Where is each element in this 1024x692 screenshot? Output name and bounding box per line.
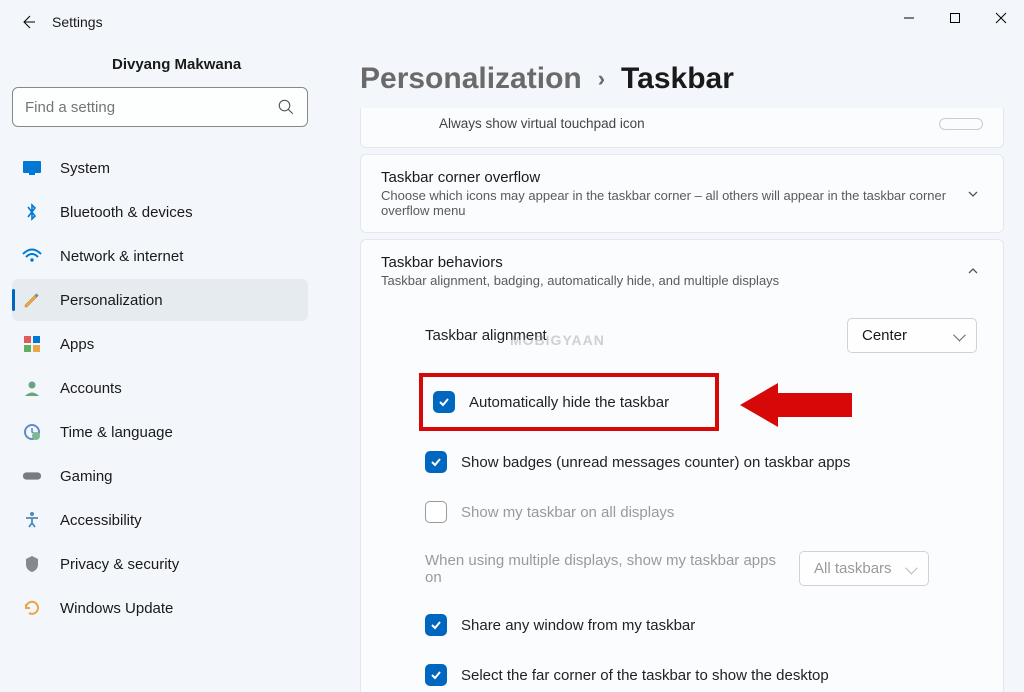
touchpad-row[interactable]: Always show virtual touchpad icon [360, 108, 1004, 148]
desktop-corner-checkbox[interactable] [425, 664, 447, 686]
update-icon [22, 598, 42, 618]
search-icon [277, 98, 295, 116]
privacy-icon [22, 554, 42, 574]
sidebar-item-system[interactable]: System [12, 147, 308, 189]
sidebar-item-label: Personalization [60, 292, 163, 309]
sidebar-item-label: Windows Update [60, 600, 173, 617]
behaviors-header[interactable]: Taskbar behaviors Taskbar alignment, bad… [361, 240, 1003, 302]
breadcrumb-current: Taskbar [621, 62, 734, 96]
sidebar-item-update[interactable]: Windows Update [12, 587, 308, 629]
back-button[interactable] [8, 2, 48, 42]
sidebar-item-privacy[interactable]: Privacy & security [12, 543, 308, 585]
alignment-select[interactable]: Center [847, 318, 977, 353]
badges-checkbox[interactable] [425, 451, 447, 473]
sidebar-item-personalization[interactable]: Personalization [12, 279, 308, 321]
sidebar-item-gaming[interactable]: Gaming [12, 455, 308, 497]
sidebar-item-label: Time & language [60, 424, 173, 441]
maximize-button[interactable] [932, 0, 978, 36]
sidebar-item-label: Accessibility [60, 512, 142, 529]
highlight-box: Automatically hide the taskbar [419, 373, 719, 431]
system-icon [22, 158, 42, 178]
accounts-icon [22, 378, 42, 398]
personalization-icon [22, 290, 42, 310]
share-checkbox[interactable] [425, 614, 447, 636]
sidebar-item-apps[interactable]: Apps [12, 323, 308, 365]
sidebar-item-label: Accounts [60, 380, 122, 397]
badges-label: Show badges (unread messages counter) on… [461, 454, 850, 471]
alignment-label: Taskbar alignment [425, 327, 833, 344]
chevron-down-icon [963, 184, 983, 204]
wifi-icon [22, 246, 42, 266]
auto-hide-checkbox[interactable] [433, 391, 455, 413]
breadcrumb-parent[interactable]: Personalization [360, 62, 582, 96]
chevron-right-icon: › [598, 66, 605, 92]
sidebar-item-bluetooth[interactable]: Bluetooth & devices [12, 191, 308, 233]
gaming-icon [22, 466, 42, 486]
multi-display-select: All taskbars [799, 551, 929, 586]
sidebar-item-accounts[interactable]: Accounts [12, 367, 308, 409]
all-displays-label: Show my taskbar on all displays [461, 504, 674, 521]
chevron-up-icon [963, 261, 983, 281]
sidebar-item-label: Network & internet [60, 248, 183, 265]
sidebar-item-network[interactable]: Network & internet [12, 235, 308, 277]
auto-hide-label: Automatically hide the taskbar [469, 394, 669, 411]
share-label: Share any window from my taskbar [461, 617, 695, 634]
app-title: Settings [52, 14, 103, 30]
sidebar-item-accessibility[interactable]: Accessibility [12, 499, 308, 541]
accessibility-icon [22, 510, 42, 530]
search-input[interactable] [25, 99, 277, 116]
breadcrumb: Personalization › Taskbar [360, 62, 1004, 96]
search-box[interactable] [12, 87, 308, 127]
minimize-button[interactable] [886, 0, 932, 36]
sidebar-item-time[interactable]: Time & language [12, 411, 308, 453]
bluetooth-icon [22, 202, 42, 222]
user-name: Divyang Makwana [12, 44, 308, 87]
time-icon [22, 422, 42, 442]
overflow-card[interactable]: Taskbar corner overflow Choose which ico… [360, 154, 1004, 233]
sidebar-item-label: Apps [60, 336, 94, 353]
sidebar-item-label: Gaming [60, 468, 113, 485]
behaviors-card: Taskbar behaviors Taskbar alignment, bad… [360, 239, 1004, 692]
sidebar-item-label: Bluetooth & devices [60, 204, 193, 221]
close-button[interactable] [978, 0, 1024, 36]
all-displays-checkbox[interactable] [425, 501, 447, 523]
toggle-off-partial[interactable] [939, 118, 983, 130]
desktop-corner-label: Select the far corner of the taskbar to … [461, 667, 829, 684]
sidebar-item-label: System [60, 160, 110, 177]
apps-icon [22, 334, 42, 354]
multi-display-label: When using multiple displays, show my ta… [425, 552, 785, 586]
sidebar-item-label: Privacy & security [60, 556, 179, 573]
